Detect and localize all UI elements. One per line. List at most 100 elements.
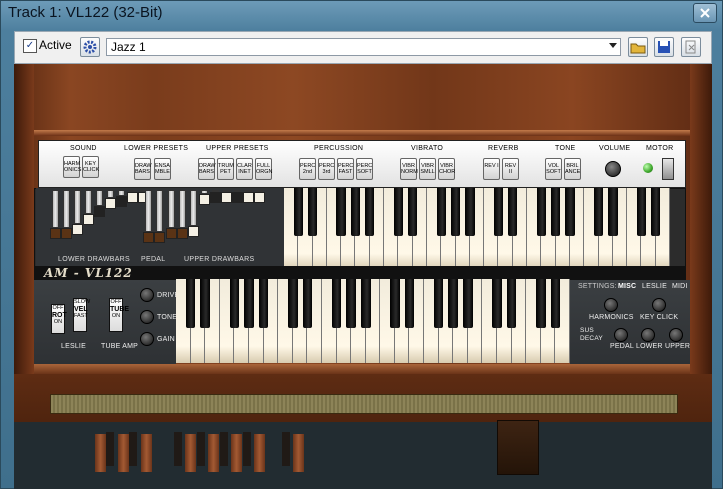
bass-pedal[interactable] — [95, 434, 106, 472]
lower-drawbars-preset-button[interactable]: DRAW BARS — [134, 158, 152, 180]
bass-pedal[interactable] — [141, 434, 152, 472]
bass-pedal-sharp[interactable] — [197, 432, 205, 466]
gain-knob[interactable] — [140, 332, 154, 346]
black-key[interactable] — [448, 279, 459, 328]
pedal-decay-knob[interactable] — [614, 328, 628, 342]
black-key[interactable] — [365, 188, 375, 236]
settings-button[interactable] — [80, 37, 100, 57]
bass-pedal-sharp[interactable] — [129, 432, 137, 466]
vibrato-chorus-button[interactable]: VIBR CHOR — [438, 158, 455, 180]
key-click-button[interactable]: KEY CLICK — [82, 156, 99, 178]
lower-drawbar[interactable] — [96, 190, 103, 206]
black-key[interactable] — [463, 279, 473, 328]
pedal-drawbar[interactable] — [156, 190, 163, 232]
reverb-2-button[interactable]: REV II — [502, 158, 519, 180]
save-preset-button[interactable] — [654, 37, 674, 57]
upper-drawbar-knob[interactable] — [210, 192, 221, 203]
black-key[interactable] — [185, 279, 196, 328]
bass-pedal[interactable] — [118, 434, 129, 472]
perc-soft-button[interactable]: PERC SOFT — [356, 158, 373, 180]
lower-drawbar[interactable] — [52, 190, 59, 228]
bass-pedal-sharp[interactable] — [243, 432, 251, 466]
black-key[interactable] — [350, 188, 361, 236]
lower-drawbar-knob[interactable] — [127, 192, 138, 203]
delete-preset-button[interactable] — [681, 37, 701, 57]
bass-pedal[interactable] — [185, 434, 196, 472]
black-key[interactable] — [492, 279, 502, 328]
black-key[interactable] — [493, 188, 504, 236]
black-key[interactable] — [360, 279, 371, 328]
black-key[interactable] — [506, 279, 517, 328]
lower-drawbar-knob[interactable] — [94, 206, 105, 217]
black-key[interactable] — [229, 279, 240, 328]
upper-drawbar-knob[interactable] — [199, 194, 210, 205]
harmonics-knob[interactable] — [604, 298, 618, 312]
black-key[interactable] — [393, 188, 404, 236]
pedal-drawbar-knob[interactable] — [154, 232, 165, 243]
black-key[interactable] — [293, 188, 303, 236]
clarinet-preset-button[interactable]: CLAR INET — [236, 158, 253, 180]
black-key[interactable] — [244, 279, 254, 328]
black-key[interactable] — [450, 188, 461, 236]
black-key[interactable] — [465, 188, 475, 236]
black-key[interactable] — [593, 188, 604, 236]
black-key[interactable] — [302, 279, 313, 328]
bass-pedal[interactable] — [254, 434, 265, 472]
motor-switch[interactable] — [662, 158, 674, 180]
black-key[interactable] — [550, 279, 561, 328]
drive-knob[interactable] — [140, 288, 154, 302]
harmonics-button[interactable]: HARM ONICS — [63, 156, 81, 178]
settings-tab-misc[interactable]: MISC — [618, 283, 636, 290]
black-key[interactable] — [287, 279, 298, 328]
black-key[interactable] — [336, 188, 346, 236]
pedal-drawbar[interactable] — [145, 190, 152, 232]
upper-drawbar-knob[interactable] — [221, 192, 232, 203]
lower-drawbar-knob[interactable] — [116, 196, 127, 207]
lower-ensemble-preset-button[interactable]: ENSA MBLE — [154, 158, 171, 180]
volume-knob[interactable] — [605, 161, 621, 177]
upper-drawbar[interactable] — [190, 190, 197, 226]
rotary-switch[interactable]: OFF ROT ON — [51, 304, 67, 334]
pedal-drawbar-knob[interactable] — [143, 232, 154, 243]
black-key[interactable] — [346, 279, 356, 328]
black-key[interactable] — [307, 188, 318, 236]
upper-drawbar-knob[interactable] — [232, 192, 243, 203]
black-key[interactable] — [565, 188, 575, 236]
upper-drawbar-knob[interactable] — [243, 192, 254, 203]
upper-drawbar[interactable] — [179, 190, 186, 228]
lower-drawbar-knob[interactable] — [61, 228, 72, 239]
black-key[interactable] — [331, 279, 342, 328]
black-key[interactable] — [436, 188, 446, 236]
black-key[interactable] — [508, 188, 518, 236]
bass-pedal-sharp[interactable] — [220, 432, 228, 466]
lower-drawbar-knob[interactable] — [72, 224, 83, 235]
black-key[interactable] — [550, 188, 561, 236]
upper-decay-knob[interactable] — [669, 328, 683, 342]
bass-pedal-sharp[interactable] — [174, 432, 182, 466]
vibrato-normal-button[interactable]: VIBR NORM — [400, 158, 418, 180]
black-key[interactable] — [200, 279, 210, 328]
black-key[interactable] — [433, 279, 444, 328]
black-key[interactable] — [407, 188, 418, 236]
lower-decay-knob[interactable] — [641, 328, 655, 342]
upper-drawbar[interactable] — [168, 190, 175, 228]
lower-drawbar-knob[interactable] — [83, 214, 94, 225]
black-key[interactable] — [535, 279, 546, 328]
black-key[interactable] — [608, 188, 618, 236]
settings-tab-leslie[interactable]: LESLIE — [642, 283, 667, 290]
bass-pedal[interactable] — [208, 434, 219, 472]
upper-drawbar-knob[interactable] — [254, 192, 265, 203]
expression-pedal[interactable] — [497, 420, 539, 475]
active-checkbox[interactable]: ✓ — [23, 39, 37, 53]
black-key[interactable] — [636, 188, 647, 236]
upper-drawbar-knob[interactable] — [188, 226, 199, 237]
key-click-knob[interactable] — [652, 298, 666, 312]
perc-fast-button[interactable]: PERC FAST — [337, 158, 354, 180]
black-key[interactable] — [650, 188, 661, 236]
lower-drawbar[interactable] — [74, 190, 81, 224]
black-key[interactable] — [390, 279, 400, 328]
tube-switch[interactable]: OFF TUBE ON — [109, 298, 129, 332]
reverb-1-button[interactable]: REV I — [483, 158, 500, 180]
bass-pedal-sharp[interactable] — [282, 432, 290, 466]
tone-knob[interactable] — [140, 310, 154, 324]
